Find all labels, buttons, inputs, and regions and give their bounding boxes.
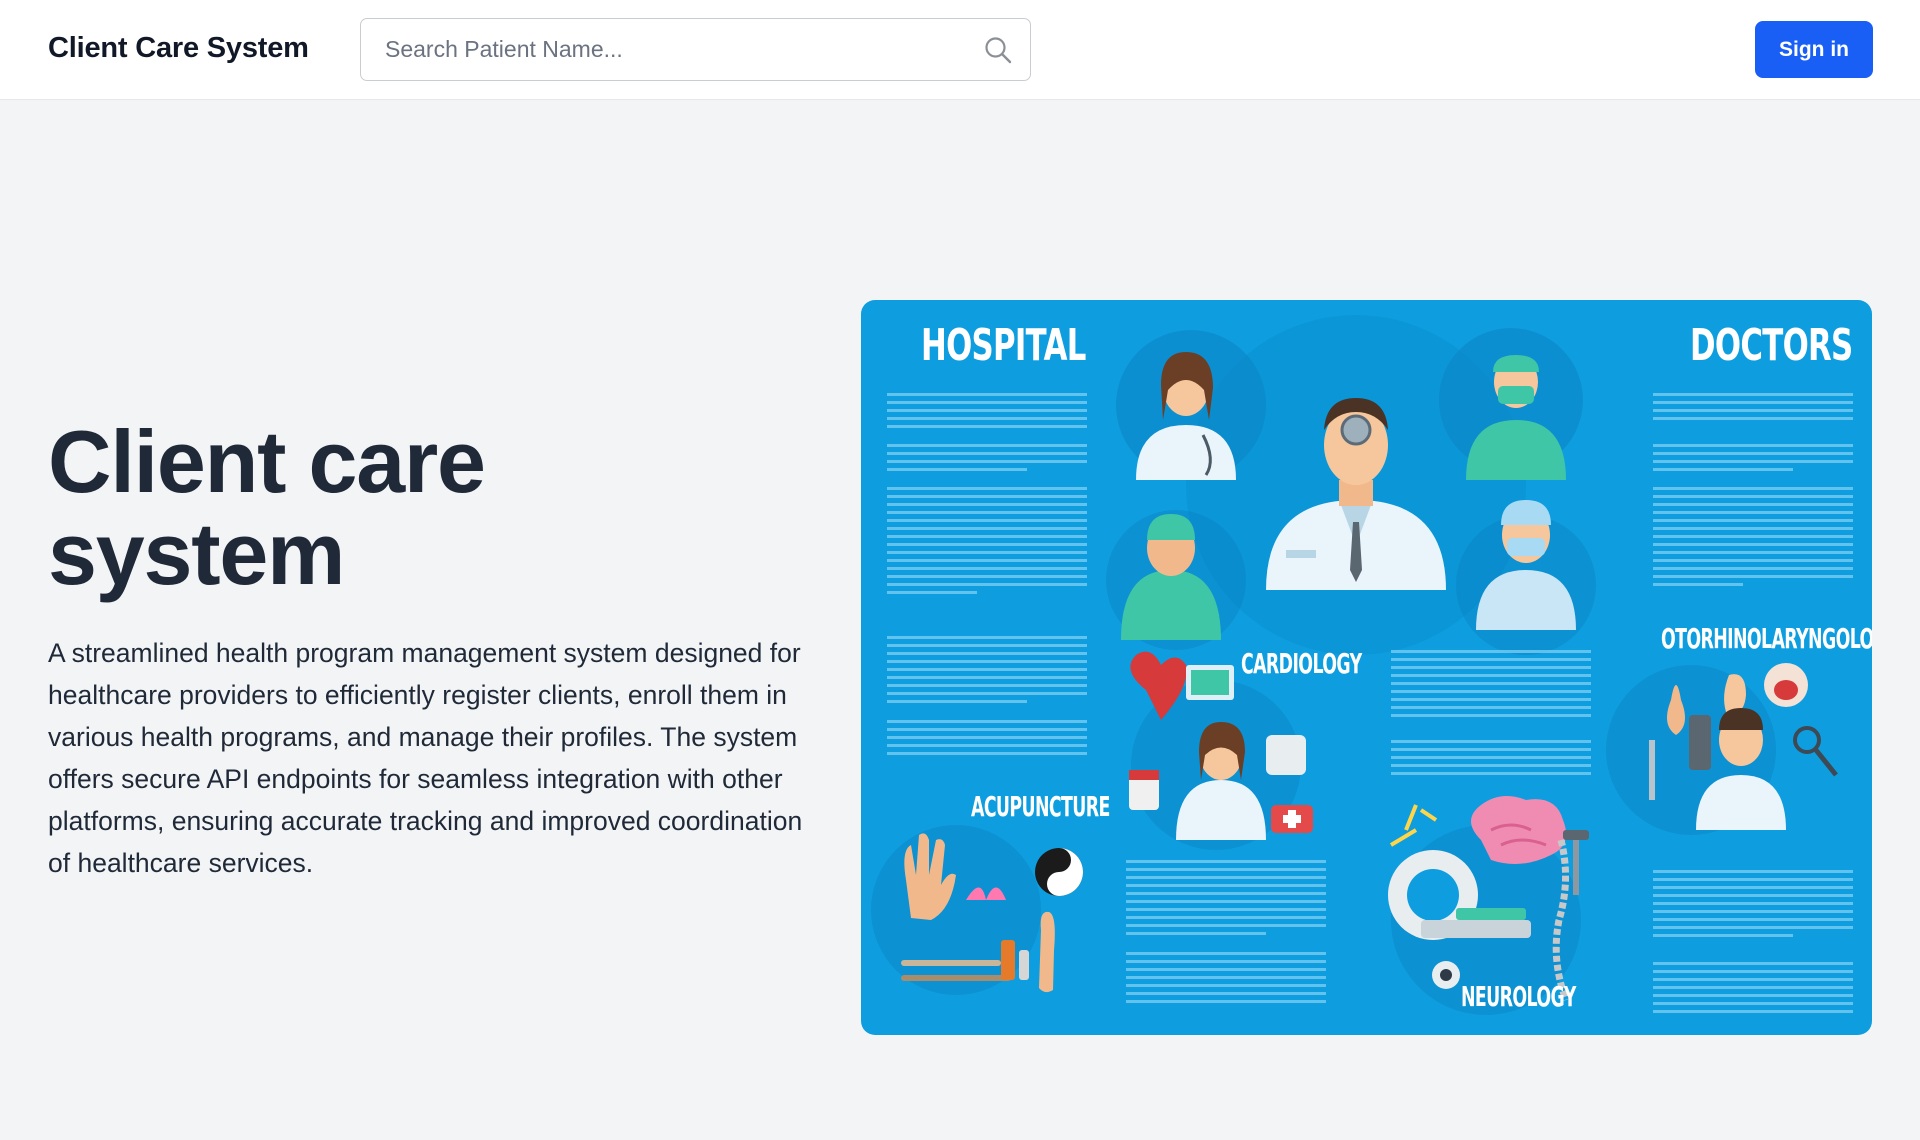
- top-navbar: Client Care System Sign in: [0, 0, 1920, 100]
- poster-heading-doctors: DOCTORS: [1690, 320, 1853, 371]
- poster-heading-otorhinolaryngology: OTORHINOLARYNGOLOGY: [1661, 622, 1872, 655]
- poster-heading-cardiology: CARDIOLOGY: [1241, 647, 1362, 680]
- medical-poster-art: [871, 315, 1853, 1015]
- poster-heading-neurology: NEUROLOGY: [1461, 980, 1576, 1013]
- hero-description: A streamlined health program management …: [48, 638, 803, 878]
- poster-heading-hospital: HOSPITAL: [921, 320, 1086, 371]
- poster-heading-acupuncture: ACUPUNCTURE: [971, 790, 1110, 823]
- brand-title[interactable]: Client Care System: [48, 32, 309, 65]
- hero-title: Client care system: [48, 412, 486, 603]
- search-box[interactable]: [360, 18, 1031, 81]
- search-icon[interactable]: [983, 35, 1013, 65]
- hero-illustration: HOSPITAL DOCTORS CARDIOLOGY OTORHINOLARY…: [861, 300, 1872, 1035]
- search-input[interactable]: [361, 19, 961, 80]
- sign-in-button[interactable]: Sign in: [1755, 21, 1873, 78]
